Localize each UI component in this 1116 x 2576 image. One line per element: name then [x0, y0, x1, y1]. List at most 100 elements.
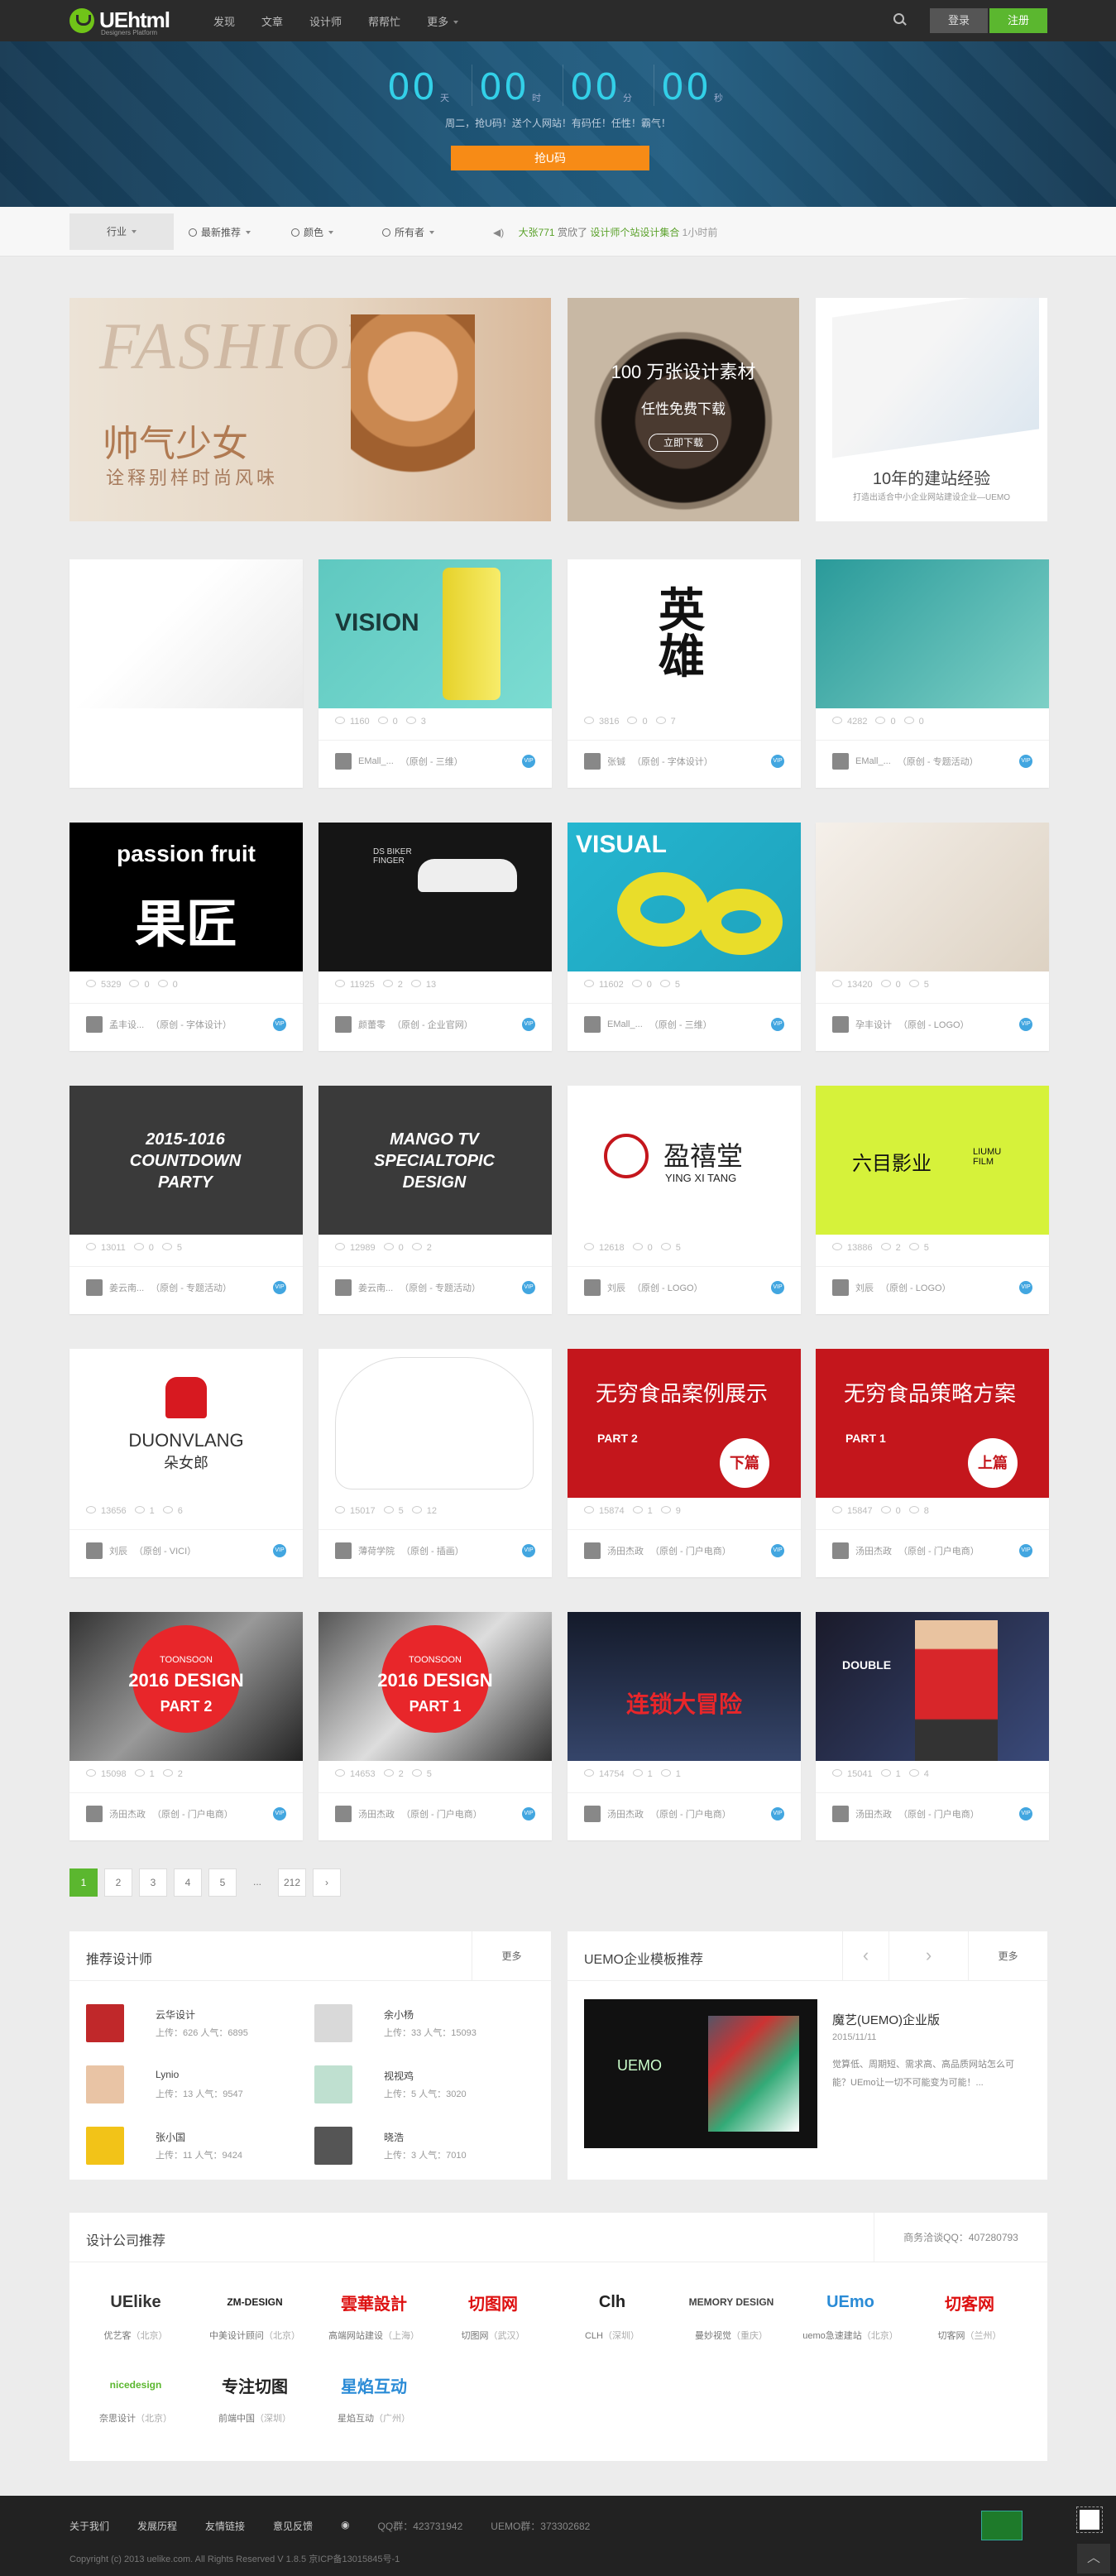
card-thumbnail[interactable]: passion fruit 果匠 [69, 823, 303, 971]
company-item[interactable]: MEMORY DESIGN 曼妙视觉（重庆） [682, 2282, 781, 2357]
about-link[interactable]: 关于我们 [69, 2519, 109, 2533]
work-card-visual[interactable]: VISUAL 11602 0 5 EMall_... （原创 - 三维） VIP [568, 823, 801, 1051]
author-name[interactable]: 姜云南... [358, 1281, 393, 1294]
designers-more-button[interactable]: 更多 [472, 1931, 551, 1981]
designer-name[interactable]: 晓浩 [384, 2130, 404, 2144]
company-name[interactable]: uemo急速建站 [802, 2331, 862, 2341]
company-logo[interactable]: MEMORY DESIGN [682, 2282, 781, 2322]
avatar[interactable] [832, 753, 849, 770]
material-ad[interactable]: 100 万张设计素材 任性免费下载 立即下载 [568, 298, 799, 521]
friend-links[interactable]: 友情链接 [205, 2519, 245, 2533]
company-name[interactable]: CLH [585, 2331, 603, 2341]
company-name[interactable]: 奈思设计 [99, 2414, 136, 2424]
company-item[interactable]: 星焰互动 星焰互动（广州） [324, 2365, 424, 2439]
nav-designers[interactable]: 设计师 [309, 13, 342, 29]
work-card-double[interactable]: DOUBLE 15041 1 4 汤田杰政 （原创 - 门户电商） VIP [816, 1612, 1049, 1840]
work-card-shopping[interactable] [69, 559, 303, 788]
card-thumbnail[interactable]: DOUBLE [816, 1612, 1049, 1761]
avatar[interactable] [314, 2004, 352, 2042]
work-card-toonsoon-2[interactable]: TOONSOON 2016 DESIGN PART 2 15098 1 2 汤田杰政 （原创 … [69, 1612, 303, 1840]
work-card-biker[interactable]: DS BIKER FINGER 11925 2 13 颜蕾零 （原创 - 企业官网） VIP [319, 823, 552, 1051]
designer-item[interactable]: 晓浩 上传：3 人气：7010 [314, 2123, 513, 2165]
company-logo[interactable]: ZM-DESIGN [205, 2282, 304, 2322]
avatar[interactable] [584, 753, 601, 770]
card-thumbnail[interactable]: TOONSOON 2016 DESIGN PART 1 [319, 1612, 552, 1761]
company-logo[interactable]: 专注切图 [205, 2365, 304, 2405]
page-1[interactable]: 1 [69, 1868, 98, 1897]
company-logo[interactable]: UElike [86, 2282, 185, 2322]
avatar[interactable] [86, 2004, 124, 2042]
avatar[interactable] [584, 1016, 601, 1033]
card-thumbnail[interactable]: TOONSOON 2016 DESIGN PART 2 [69, 1612, 303, 1761]
company-logo[interactable]: 切客网 [920, 2282, 1019, 2322]
author-name[interactable]: 张铖 [607, 755, 625, 768]
work-card-yingxitang[interactable]: 盈禧堂 YING XI TANG 12618 0 5 刘辰 （原创 - LOGO） VIP [568, 1086, 801, 1314]
avatar[interactable] [335, 1542, 352, 1559]
company-name[interactable]: 优艺客 [104, 2331, 132, 2341]
nav-discover[interactable]: 发现 [213, 13, 235, 29]
prev-arrow-icon[interactable]: ‹ [842, 1931, 888, 1981]
fashion-ad[interactable]: FASHION 帅气少女 诠释别样时尚风味 [69, 298, 551, 521]
work-card-packaging[interactable]: 13420 0 5 孕丰设计 （原创 - LOGO） VIP [816, 823, 1049, 1051]
company-item[interactable]: UElike 优艺客（北京） [86, 2282, 185, 2357]
card-thumbnail[interactable]: 2015-1016 COUNTDOWN PARTY [69, 1086, 303, 1235]
company-logo[interactable]: UEmo [801, 2282, 900, 2322]
avatar[interactable] [86, 1542, 103, 1559]
download-button[interactable]: 立即下载 [649, 434, 718, 452]
company-item[interactable]: ZM-DESIGN 中美设计顾问（北京） [205, 2282, 304, 2357]
avatar[interactable] [335, 1016, 352, 1033]
author-name[interactable]: 汤田杰政 [607, 1544, 644, 1557]
avatar[interactable] [335, 753, 352, 770]
company-name[interactable]: 切图网 [462, 2331, 489, 2341]
experience-ad[interactable]: 10年的建站经验 打造出适合中小企业网站建设企业—UEMO [816, 298, 1047, 521]
author-name[interactable]: 汤田杰政 [855, 1807, 892, 1820]
author-name[interactable]: 汤田杰政 [607, 1807, 644, 1820]
avatar[interactable] [584, 1806, 601, 1822]
author-name[interactable]: 汤田杰政 [109, 1807, 146, 1820]
nav-help[interactable]: 帮帮忙 [368, 13, 400, 29]
work-card-duonvlang[interactable]: DUONVLANG 朵女郎 13656 1 6 刘辰 （原创 - VICI） VIP [69, 1349, 303, 1577]
avatar[interactable] [832, 1542, 849, 1559]
nav-articles[interactable]: 文章 [261, 13, 283, 29]
card-thumbnail[interactable]: 六目影业 LIUMU FILM [816, 1086, 1049, 1235]
uemo-item-title[interactable]: 魔艺(UEMO)企业版 [832, 2011, 940, 2028]
page-2[interactable]: 2 [104, 1868, 132, 1897]
card-thumbnail[interactable] [319, 1349, 552, 1498]
author-name[interactable]: 孟丰设... [109, 1018, 144, 1031]
work-card-mango[interactable]: MANGO TV SPECIALTOPIC DESIGN 12989 0 2 姜云南..… [319, 1086, 552, 1314]
author-name[interactable]: 颜蕾零 [358, 1018, 386, 1031]
card-thumbnail[interactable]: 盈禧堂 YING XI TANG [568, 1086, 801, 1235]
page-3[interactable]: 3 [139, 1868, 167, 1897]
company-logo[interactable]: Clh [563, 2282, 662, 2322]
company-logo[interactable]: nicedesign [86, 2365, 185, 2405]
work-card-passion-fruit[interactable]: passion fruit 果匠 5329 0 0 孟丰设... （原创 - 字体设计） VI… [69, 823, 303, 1051]
designer-name[interactable]: 云华设计 [156, 2008, 195, 2022]
recommend-filter[interactable]: 最新推荐 [189, 225, 251, 239]
designer-item[interactable]: 云华设计 上传：626 人气：6895 [86, 2001, 285, 2042]
designer-name[interactable]: 余小杨 [384, 2008, 414, 2022]
avatar[interactable] [832, 1016, 849, 1033]
author-name[interactable]: 刘辰 [855, 1281, 874, 1294]
author-name[interactable]: 薄荷学院 [358, 1544, 395, 1557]
company-logo[interactable]: 雲華設計 [324, 2282, 424, 2322]
industry-filter[interactable]: 行业 [69, 213, 174, 250]
avatar[interactable] [832, 1279, 849, 1296]
notice-item[interactable]: 设计师个站设计集合 [590, 227, 679, 238]
uemo-screenshot[interactable]: UEMO [584, 1999, 817, 2148]
next-arrow-icon[interactable]: › [888, 1931, 968, 1981]
designer-item[interactable]: Lynio 上传：13 人气：9547 [86, 2062, 285, 2103]
card-thumbnail[interactable]: 无穷食品案例展示 PART 2 下篇 [568, 1349, 801, 1498]
card-thumbnail[interactable]: 无穷食品策略方案 PART 1 上篇 [816, 1349, 1049, 1498]
card-thumbnail[interactable]: DUONVLANG 朵女郎 [69, 1349, 303, 1498]
company-name[interactable]: 中美设计顾问 [209, 2331, 264, 2341]
page-5[interactable]: 5 [208, 1868, 237, 1897]
card-thumbnail[interactable]: VISION [319, 559, 552, 708]
company-item[interactable]: nicedesign 奈思设计（北京） [86, 2365, 185, 2439]
work-card-3d-desk[interactable]: 4282 0 0 EMall_... （原创 - 专题活动） VIP [816, 559, 1049, 788]
avatar[interactable] [86, 1806, 103, 1822]
avatar[interactable] [584, 1542, 601, 1559]
company-item[interactable]: 雲華設計 高端网站建设（上海） [324, 2282, 424, 2357]
author-name[interactable]: 孕丰设计 [855, 1018, 892, 1031]
card-thumbnail[interactable]: DS BIKER FINGER [319, 823, 552, 971]
login-button[interactable]: 登录 [930, 8, 988, 33]
